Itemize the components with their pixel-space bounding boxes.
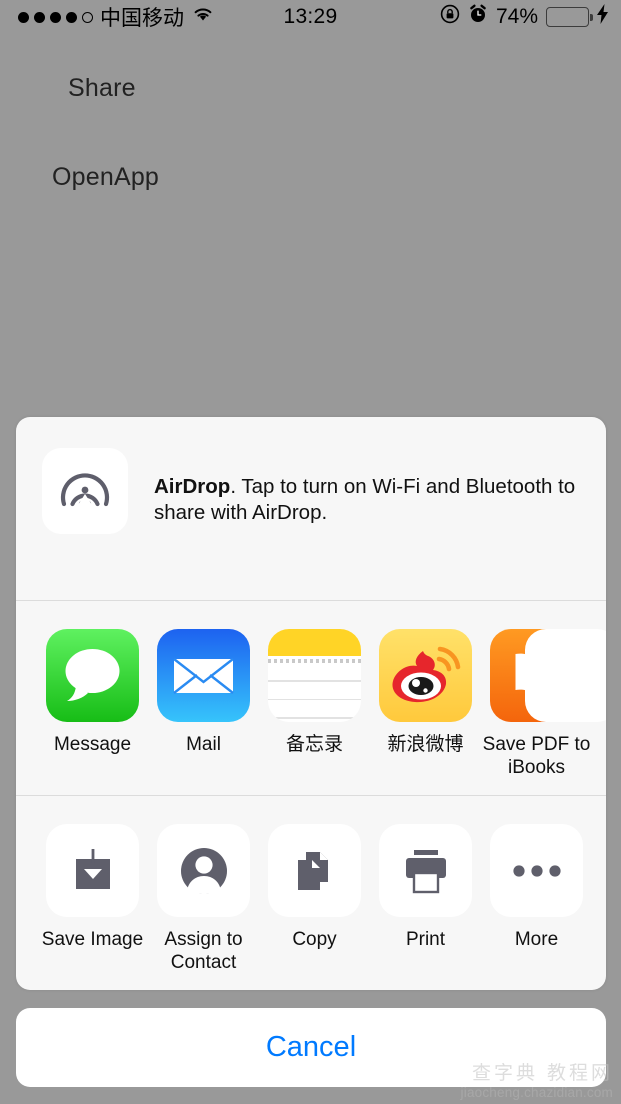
save-image-icon	[46, 824, 139, 917]
share-target-mail[interactable]: Mail	[148, 629, 259, 756]
share-target-label: Save PDF to iBooks	[482, 734, 591, 778]
share-target-label: 新浪微博	[387, 734, 464, 755]
printer-icon	[379, 824, 472, 917]
action-save-image[interactable]: Save Image	[37, 824, 148, 951]
app-share-row[interactable]: Message Mail 备忘录 新浪微博 Save PDF to iBooks	[16, 601, 606, 795]
notes-icon	[268, 629, 361, 722]
mail-icon	[157, 629, 250, 722]
action-label: Print	[405, 929, 446, 950]
share-target-notes[interactable]: 备忘录	[259, 629, 370, 756]
share-target-label: Message	[53, 734, 132, 755]
watermark-url: jiaocheng.chazidian.com	[460, 1085, 613, 1100]
action-more[interactable]: More	[481, 824, 592, 951]
action-label: Save Image	[41, 929, 144, 950]
action-label: Copy	[292, 929, 337, 950]
airdrop-section[interactable]: AirDrop. Tap to turn on Wi-Fi and Blueto…	[16, 417, 606, 600]
status-bar-clock: 13:29	[283, 5, 338, 28]
share-target-message[interactable]: Message	[37, 629, 148, 756]
share-target-label: Mail	[186, 734, 221, 755]
airdrop-description: AirDrop. Tap to turn on Wi-Fi and Blueto…	[154, 448, 580, 526]
battery-icon	[546, 7, 593, 27]
more-ellipsis-icon	[490, 824, 583, 917]
contact-person-icon	[157, 824, 250, 917]
weibo-icon	[379, 629, 472, 722]
share-target-weibo[interactable]: 新浪微博	[370, 629, 481, 756]
action-copy[interactable]: Copy	[259, 824, 370, 951]
action-assign-to-contact[interactable]: Assign to Contact	[148, 824, 259, 974]
action-print[interactable]: Print	[370, 824, 481, 951]
airdrop-title: AirDrop	[154, 475, 231, 498]
action-label: More	[514, 929, 559, 950]
share-target-partial-next[interactable]	[525, 629, 606, 722]
watermark: 查字典 教程网 jiaocheng.chazidian.com	[461, 1058, 613, 1100]
share-sheet: AirDrop. Tap to turn on Wi-Fi and Blueto…	[16, 417, 606, 990]
action-row[interactable]: Save Image Assign to Contact Copy Print …	[16, 796, 606, 990]
watermark-text: 查字典 教程网	[471, 1062, 613, 1084]
share-target-label: 备忘录	[285, 734, 343, 755]
action-label: Assign to Contact	[164, 929, 243, 973]
message-icon	[46, 629, 139, 722]
airdrop-icon[interactable]	[42, 448, 128, 534]
status-bar: 中国移动 13:29 74%	[0, 0, 621, 34]
copy-documents-icon	[268, 824, 361, 917]
